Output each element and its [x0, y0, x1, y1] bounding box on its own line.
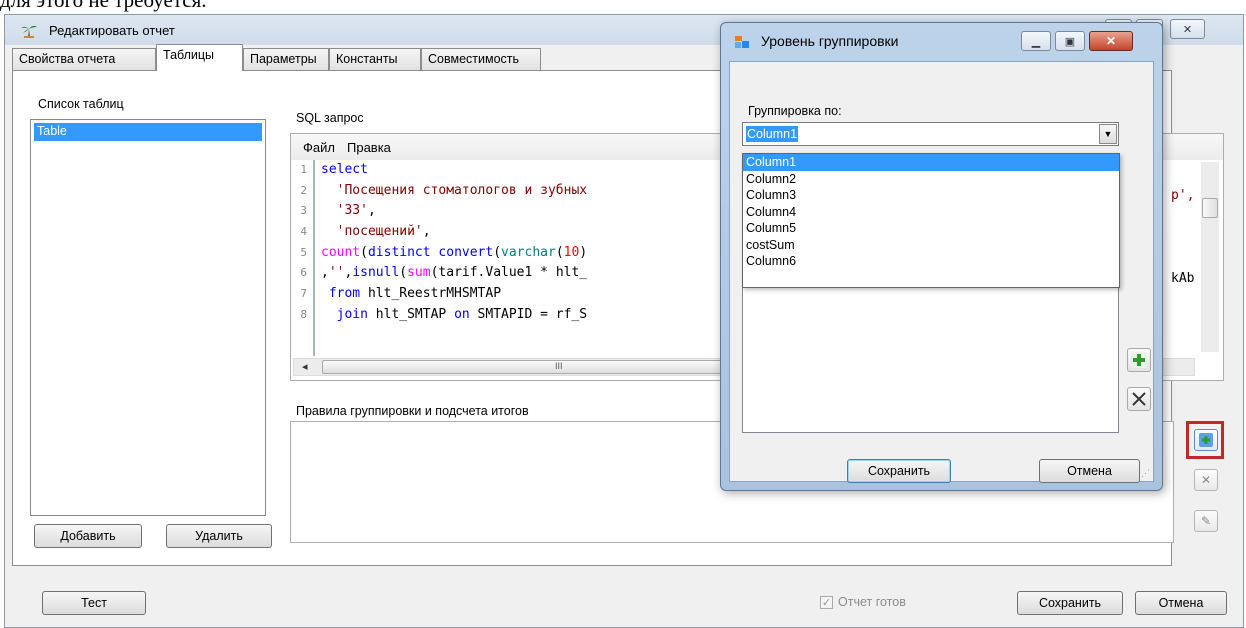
dialog-save-button[interactable]: Сохранить — [847, 459, 951, 483]
aggregates-list[interactable] — [742, 286, 1119, 433]
document-text-fragment: для этого не требуется. — [0, 0, 207, 12]
dialog-close-button[interactable]: ✕ — [1089, 31, 1133, 51]
dialog-title: Уровень группировки — [761, 33, 899, 49]
close-button[interactable]: ✕ — [1170, 19, 1205, 39]
resize-grip-icon[interactable]: ⋰ — [1141, 468, 1150, 479]
delete-table-button[interactable]: Удалить — [166, 524, 272, 548]
tables-list[interactable]: Table — [30, 119, 266, 516]
add-table-button[interactable]: Добавить — [34, 524, 142, 548]
remove-x-icon — [1132, 392, 1146, 406]
menu-file[interactable]: Файл — [303, 140, 335, 155]
cancel-button[interactable]: Отмена — [1135, 591, 1227, 615]
line-number: 4 — [300, 225, 307, 239]
dialog-add-button[interactable] — [1127, 348, 1151, 372]
dropdown-option[interactable]: Column2 — [743, 171, 1119, 188]
scroll-thumb[interactable]: III — [322, 360, 754, 374]
dialog-cancel-button[interactable]: Отмена — [1039, 459, 1140, 483]
tab-constants[interactable]: Константы — [329, 48, 421, 70]
dropdown-option[interactable]: Column4 — [743, 204, 1119, 221]
dialog-remove-button[interactable] — [1127, 387, 1151, 411]
edit-icon: ✎ — [1200, 514, 1212, 528]
list-item[interactable]: Table — [34, 123, 262, 141]
tab-report-properties[interactable]: Свойства отчета — [12, 48, 156, 70]
line-number: 7 — [300, 287, 307, 301]
dropdown-option[interactable]: Column6 — [743, 253, 1119, 270]
test-button[interactable]: Тест — [42, 591, 146, 615]
delete-group-button[interactable]: ✕ — [1194, 469, 1218, 491]
line-number: 3 — [300, 204, 307, 218]
line-number: 5 — [300, 245, 307, 259]
chevron-down-icon[interactable]: ▼ — [1099, 124, 1117, 144]
code-fragment: kAb — [1171, 271, 1195, 286]
dialog-maximize-button[interactable]: ▣ — [1055, 31, 1085, 51]
palm-tree-icon — [21, 25, 37, 38]
line-number: 6 — [300, 266, 307, 280]
dropdown-option[interactable]: costSum — [743, 237, 1119, 254]
tables-list-label: Список таблиц — [38, 97, 124, 111]
scroll-left-icon[interactable]: ◂ — [302, 360, 308, 373]
group-by-dropdown-list[interactable]: Column1 Column2 Column3 Column4 Column5 … — [742, 153, 1120, 288]
close-icon: ✕ — [1105, 34, 1117, 48]
dialog-window-icon — [735, 36, 749, 48]
close-icon: ✕ — [1182, 23, 1193, 36]
edit-group-button[interactable]: ✎ — [1194, 510, 1218, 532]
tab-tables[interactable]: Таблицы — [156, 44, 243, 71]
checkmark-icon: ✓ — [821, 597, 832, 609]
tab-parameters[interactable]: Параметры — [243, 48, 329, 70]
window-title: Редактировать отчет — [49, 23, 175, 38]
line-number: 1 — [300, 163, 307, 176]
vertical-scrollbar[interactable] — [1201, 162, 1219, 352]
line-number: 8 — [300, 307, 307, 321]
dropdown-option[interactable]: Column3 — [743, 187, 1119, 204]
line-number: 2 — [300, 183, 307, 197]
scroll-thumb[interactable] — [1202, 198, 1218, 218]
maximize-icon: ▣ — [1064, 35, 1076, 48]
minimize-icon: ▁ — [1031, 35, 1041, 48]
scroll-grip: III — [555, 361, 563, 371]
add-plus-icon — [1131, 352, 1147, 368]
report-ready-checkbox[interactable]: ✓ — [820, 596, 833, 609]
sql-query-label: SQL запрос — [296, 111, 364, 125]
delete-icon: ✕ — [1200, 473, 1212, 487]
menu-edit[interactable]: Правка — [347, 140, 391, 155]
dropdown-option[interactable]: Column1 — [743, 154, 1119, 171]
save-button[interactable]: Сохранить — [1017, 591, 1123, 615]
group-by-select[interactable]: Column1 ▼ — [742, 122, 1119, 146]
grouping-rules-label: Правила группировки и подсчета итогов — [296, 404, 529, 418]
line-number-gutter: 1 2 3 4 5 6 7 8 — [291, 160, 315, 356]
dropdown-option[interactable]: Column5 — [743, 220, 1119, 237]
highlight-frame — [1186, 421, 1224, 459]
tab-compatibility[interactable]: Совместимость — [421, 48, 541, 70]
code-fragment: p', — [1171, 188, 1195, 203]
group-by-selected-value: Column1 — [746, 126, 799, 142]
group-by-label: Группировка по: — [748, 104, 842, 118]
dialog-minimize-button[interactable]: ▁ — [1021, 31, 1051, 51]
report-ready-label: Отчет готов — [838, 595, 906, 609]
